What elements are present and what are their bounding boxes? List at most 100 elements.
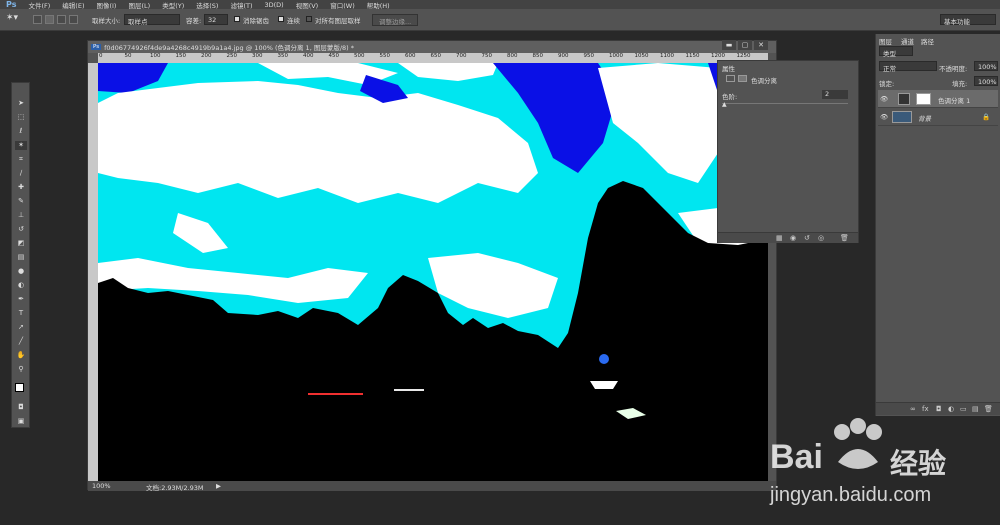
layer-row[interactable]: 👁 色调分离 1	[878, 90, 998, 108]
tab-layers[interactable]: 图层	[879, 36, 892, 46]
path-selection-icon[interactable]: ➚	[15, 323, 27, 332]
tolerance-input[interactable]: 32	[204, 14, 228, 25]
quick-mask-icon[interactable]: ◘	[15, 403, 27, 412]
ruler-tick-label: 500	[354, 53, 365, 59]
adjustment-name: 色调分离	[751, 77, 777, 85]
eye-icon[interactable]: 👁	[880, 113, 888, 121]
blur-tool-icon[interactable]: ●	[15, 267, 27, 276]
healing-brush-icon[interactable]: ✚	[15, 183, 27, 192]
lasso-tool-icon[interactable]: ℓ	[15, 127, 27, 136]
mask-icon[interactable]	[738, 75, 747, 82]
tab-channels[interactable]: 通道	[901, 36, 914, 46]
zoom-level[interactable]: 100%	[92, 482, 111, 490]
ruler-tick-label: 0	[99, 53, 103, 59]
document-title: f0d06774926f4de9a4268c4919b9a1a4.jpg @ 1…	[104, 44, 355, 52]
properties-panel: 属性 色调分离 色阶: 2 ▲ ▦ ◉ ↺ ◎ 🗑	[717, 60, 859, 243]
gradient-tool-icon[interactable]: ▤	[15, 253, 27, 262]
options-bar: ✶▾ 取样大小: 取样点 容差: 32 消除锯齿 连续 对所有图层取样 调整边缘…	[0, 9, 1000, 31]
properties-tab[interactable]: 属性	[722, 63, 735, 73]
watermark-url: jingyan.baidu.com	[770, 484, 932, 506]
tab-paths[interactable]: 路径	[921, 36, 934, 46]
pen-tool-icon[interactable]: ✒	[15, 295, 27, 304]
intersect-selection-icon[interactable]	[69, 15, 78, 24]
move-tool-icon[interactable]: ➤	[15, 99, 27, 108]
document-tab[interactable]: Ps f0d06774926f4de9a4268c4919b9a1a4.jpg …	[88, 41, 776, 53]
all-layers-checkbox[interactable]	[306, 16, 312, 22]
vertical-ruler	[88, 63, 98, 481]
opacity-label: 不透明度:	[939, 65, 968, 73]
contiguous-checkbox[interactable]	[278, 16, 284, 22]
contiguous-label: 连续	[287, 17, 300, 25]
view-previous-icon[interactable]: ◉	[790, 234, 796, 242]
tolerance-label: 容差:	[186, 17, 202, 25]
ruler-tick-label: 950	[583, 53, 595, 59]
ruler-tick-label: 100	[150, 53, 161, 59]
dodge-tool-icon[interactable]: ◐	[15, 281, 27, 290]
layer-filter-select[interactable]: 类型	[879, 46, 913, 58]
magic-wand-icon[interactable]: ✶	[15, 141, 27, 150]
ruler-tick-label: 700	[456, 53, 467, 59]
white-light-streak	[394, 389, 424, 391]
layer-name: 背景	[918, 115, 931, 123]
brush-tool-icon[interactable]: ✎	[15, 197, 27, 206]
shape-tool-icon[interactable]: ╱	[15, 337, 27, 346]
sample-size-select[interactable]: 取样点	[124, 14, 180, 26]
sample-size-label: 取样大小:	[92, 17, 121, 25]
foreground-color-swatch[interactable]	[15, 383, 24, 392]
clone-stamp-icon[interactable]: ⊥	[15, 211, 27, 220]
ruler-tick-label: 900	[558, 53, 569, 59]
new-selection-icon[interactable]	[33, 15, 42, 24]
ruler-tick-label: 1250	[736, 53, 751, 59]
blend-mode-select[interactable]: 正常	[879, 61, 937, 73]
levels-slider-thumb[interactable]: ▲	[722, 101, 727, 108]
delete-adjustment-icon[interactable]: 🗑	[840, 234, 849, 242]
crop-tool-icon[interactable]: ⌗	[15, 155, 27, 164]
subtract-selection-icon[interactable]	[57, 15, 66, 24]
visibility-icon[interactable]: ◎	[818, 234, 824, 242]
levels-slider-track[interactable]	[722, 103, 848, 104]
layers-panel: 图层 通道 路径 类型 正常 不透明度: 100% 锁定: 填充: 100% 👁…	[875, 34, 1000, 416]
antialias-checkbox[interactable]	[234, 16, 240, 22]
layer-mask-thumbnail[interactable]	[916, 93, 931, 105]
clip-to-layer-icon[interactable]: ▦	[776, 234, 783, 242]
all-layers-label: 对所有图层取样	[315, 17, 361, 25]
ruler-tick-label: 1150	[685, 53, 700, 59]
canvas[interactable]	[98, 63, 768, 481]
add-to-selection-icon[interactable]	[45, 15, 54, 24]
magic-wand-tool-icon[interactable]: ✶▾	[6, 13, 18, 23]
type-tool-icon[interactable]: T	[15, 309, 27, 318]
opacity-input[interactable]: 100%	[974, 61, 998, 71]
zoom-tool-icon[interactable]: ⚲	[15, 365, 27, 374]
eraser-tool-icon[interactable]: ◩	[15, 239, 27, 248]
ruler-tick-label: 300	[252, 53, 263, 59]
levels-input[interactable]: 2	[822, 90, 848, 99]
workspace-select[interactable]: 基本功能	[940, 14, 996, 26]
hand-tool-icon[interactable]: ✋	[15, 351, 27, 360]
background-layer-thumbnail	[892, 111, 912, 123]
boat-light-blue	[599, 354, 609, 364]
screen-mode-icon[interactable]: ▣	[15, 417, 27, 426]
fill-label: 填充:	[952, 80, 968, 88]
refine-edge-button[interactable]: 调整边缘...	[372, 14, 419, 26]
brand-right-text: 经验	[890, 447, 947, 480]
eye-icon[interactable]: 👁	[880, 95, 888, 103]
lock-icon: 🔒	[982, 113, 991, 121]
fill-input[interactable]: 100%	[974, 76, 998, 86]
layer-row[interactable]: 👁 背景 🔒	[878, 108, 998, 126]
layer-name: 色调分离 1	[938, 97, 971, 105]
ruler-tick-label: 150	[175, 53, 187, 59]
red-light-streak	[308, 393, 363, 395]
ruler-tick-label: 200	[201, 53, 212, 59]
ruler-tick-label: 1050	[634, 53, 649, 59]
ruler-tick-label: 350	[277, 53, 289, 59]
maximize-icon[interactable]: ▢	[738, 40, 752, 50]
marquee-tool-icon[interactable]: ⬚	[15, 113, 27, 122]
menu-3d[interactable]: 3D(D)	[258, 1, 289, 9]
status-expand-icon[interactable]: ▶	[216, 482, 221, 490]
close-icon[interactable]: ✕	[754, 40, 768, 50]
history-brush-icon[interactable]: ↺	[15, 225, 27, 234]
reset-icon[interactable]: ↺	[804, 234, 810, 242]
lock-label: 锁定:	[879, 80, 895, 88]
eyedropper-tool-icon[interactable]: ∕	[15, 169, 27, 178]
minimize-icon[interactable]: ▬	[722, 40, 736, 50]
